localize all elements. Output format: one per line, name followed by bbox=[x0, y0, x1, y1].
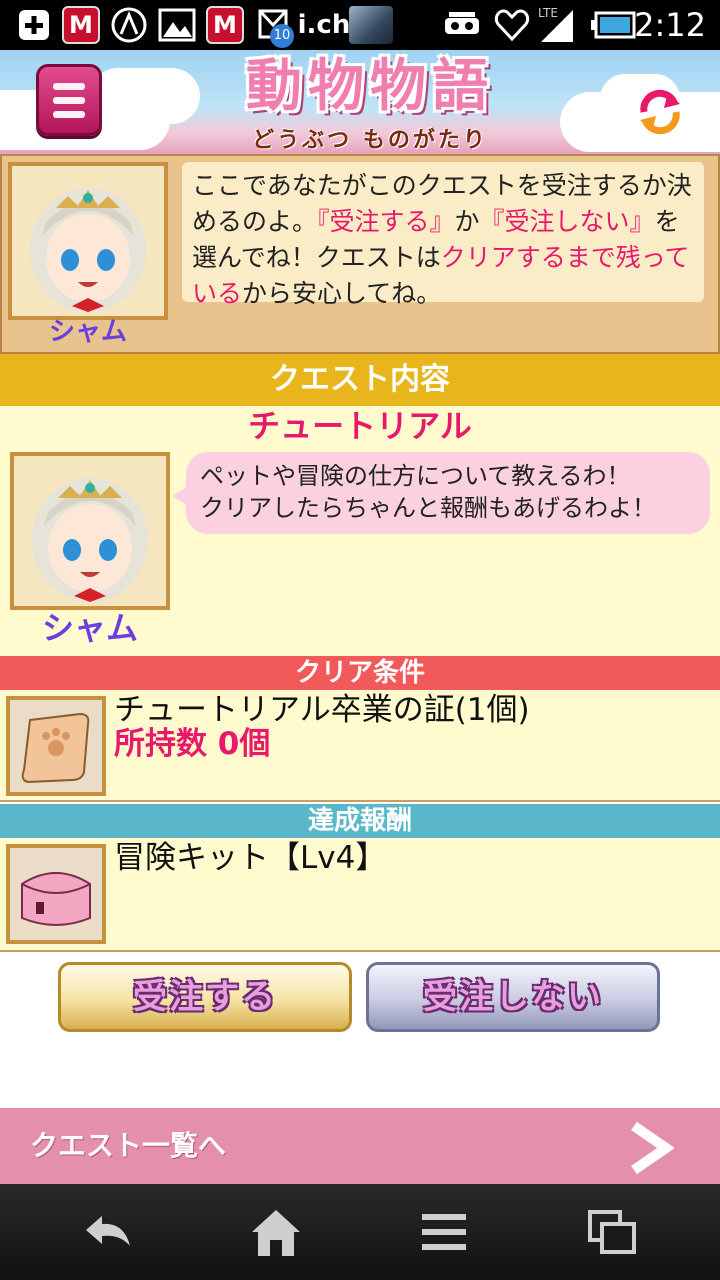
mcafee-icon: M bbox=[62, 6, 100, 44]
pink-box-icon bbox=[6, 844, 106, 944]
clear-condition-item: チュートリアル卒業の証(1個) 所持数 0個 bbox=[0, 690, 720, 802]
quest-message: ペットや冒険の仕方について教えるわ！ クリアしたらちゃんと報酬もあげるわよ！ bbox=[172, 452, 710, 534]
character-portrait bbox=[10, 452, 170, 610]
ich-icon: i.ch bbox=[297, 6, 351, 44]
quest-content-header: クエスト内容 bbox=[0, 354, 720, 406]
add-icon bbox=[14, 6, 54, 44]
intro-dialog: シャム ここであなたがこのクエストを受注するか決めるのよ。『受注する』か『受注し… bbox=[0, 154, 720, 354]
owned-count: 所持数 0個 bbox=[114, 726, 271, 762]
quest-list-link[interactable]: クエスト一覧へ bbox=[0, 1108, 720, 1184]
reward-item: 冒険キット【Lv4】 bbox=[0, 838, 720, 952]
back-icon[interactable] bbox=[78, 1202, 138, 1262]
system-nav-bar bbox=[0, 1184, 720, 1280]
ich-label: i.ch bbox=[297, 10, 351, 40]
character-name: シャム bbox=[48, 317, 127, 347]
reward-header: 達成報酬 bbox=[0, 804, 720, 838]
logo-title: 動物物語 bbox=[246, 54, 494, 119]
logo-subtitle: どうぶつ ものがたり bbox=[252, 128, 488, 153]
battery-icon bbox=[588, 6, 638, 44]
chevron-right-icon bbox=[631, 1122, 674, 1174]
refresh-icon[interactable] bbox=[634, 86, 686, 138]
recent-apps-icon[interactable] bbox=[582, 1202, 642, 1262]
message-line: クリアしたらちゃんと報酬もあげるわよ！ bbox=[200, 494, 656, 522]
item-name: 冒険キット【Lv4】 bbox=[114, 840, 387, 876]
menu-button[interactable] bbox=[36, 64, 102, 136]
quest-list-label: クエスト一覧へ bbox=[30, 1129, 227, 1162]
character-portrait bbox=[8, 162, 168, 320]
message-highlight: 『受注する』 bbox=[317, 207, 455, 236]
menu-icon[interactable] bbox=[414, 1202, 474, 1262]
decline-button[interactable]: 受注しない bbox=[366, 962, 660, 1032]
message-text: か bbox=[454, 207, 480, 236]
status-bar: M M 10 i.ch LTE 2:12 bbox=[0, 0, 720, 50]
app-header: 動物物語 どうぶつ ものがたり bbox=[0, 50, 720, 154]
character-name: シャム bbox=[41, 609, 138, 647]
thumbnail-icon bbox=[348, 6, 394, 44]
quest-content: チュートリアル シャム ペットや冒険の仕方について教えるわ！ クリアしたらちゃん… bbox=[0, 406, 720, 656]
intro-message: ここであなたがこのクエストを受注するか決めるのよ。『受注する』か『受注しない』を… bbox=[182, 162, 704, 308]
message-text: から安心してね。 bbox=[242, 279, 442, 308]
quest-title: チュートリアル bbox=[248, 407, 472, 445]
network-label: LTE bbox=[538, 6, 558, 20]
mcafee-icon: M bbox=[206, 6, 244, 44]
message-line: ペットや冒険の仕方について教えるわ！ bbox=[200, 462, 631, 490]
scroll-icon bbox=[6, 696, 106, 796]
mail-icon: 10 bbox=[256, 6, 296, 48]
heart-icon bbox=[492, 6, 532, 44]
app-icon bbox=[110, 6, 148, 44]
accept-button[interactable]: 受注する bbox=[58, 962, 352, 1032]
gallery-icon bbox=[158, 6, 196, 44]
message-highlight: 『受注しない』 bbox=[479, 207, 655, 236]
vr-icon bbox=[442, 6, 482, 44]
home-icon[interactable] bbox=[246, 1202, 306, 1262]
signal-icon: LTE bbox=[536, 6, 576, 44]
clear-condition-header: クリア条件 bbox=[0, 656, 720, 690]
clock: 2:12 bbox=[634, 6, 706, 44]
notification-badge: 10 bbox=[270, 24, 294, 48]
